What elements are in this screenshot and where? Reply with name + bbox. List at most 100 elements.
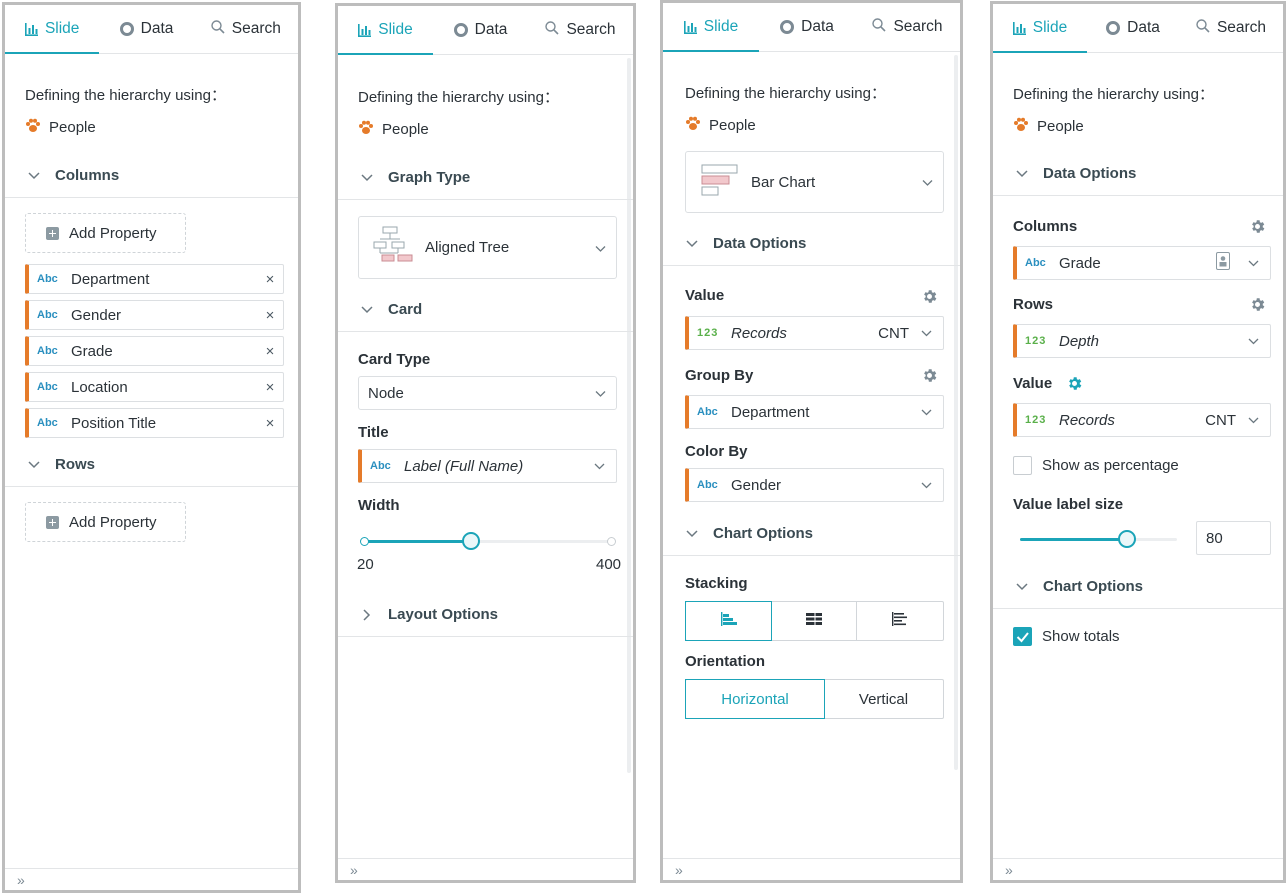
bar-chart-icon bbox=[358, 23, 372, 37]
column-pill-location[interactable]: Abc Location × bbox=[25, 372, 284, 402]
stacking-stacked-button[interactable] bbox=[771, 602, 857, 640]
width-slider[interactable] bbox=[360, 531, 616, 551]
gear-icon[interactable] bbox=[1249, 218, 1266, 239]
tab-bar: Slide Data Search bbox=[993, 4, 1283, 53]
section-chart-options[interactable]: Chart Options bbox=[993, 565, 1283, 609]
tab-search[interactable]: Search bbox=[528, 6, 633, 54]
column-pill-grade[interactable]: Abc Grade × bbox=[25, 336, 284, 366]
show-percentage-checkbox[interactable] bbox=[1013, 456, 1032, 475]
number-type-icon: 123 bbox=[1025, 335, 1047, 347]
tab-slide[interactable]: Slide bbox=[338, 6, 433, 55]
collapse-panel-button[interactable]: » bbox=[663, 858, 960, 880]
chevron-down-icon bbox=[588, 463, 610, 470]
remove-icon[interactable]: × bbox=[257, 307, 283, 324]
color-by-field-pill[interactable]: Abc Gender bbox=[685, 468, 944, 502]
section-layout-options[interactable]: Layout Options bbox=[338, 593, 633, 637]
collapse-panel-button[interactable]: » bbox=[993, 858, 1283, 880]
chevron-down-icon bbox=[352, 173, 382, 182]
chevron-down-icon bbox=[352, 305, 382, 314]
search-icon bbox=[872, 17, 887, 37]
entity-name: People bbox=[1037, 118, 1084, 135]
chevron-down-icon bbox=[915, 482, 937, 489]
section-chart-options[interactable]: Chart Options bbox=[663, 512, 960, 556]
tab-data[interactable]: Data bbox=[99, 5, 193, 53]
gear-icon[interactable] bbox=[1066, 375, 1083, 396]
rows-label: Rows bbox=[1013, 296, 1054, 313]
tab-data[interactable]: Data bbox=[433, 6, 528, 54]
section-graph-type[interactable]: Graph Type bbox=[338, 156, 633, 200]
section-data-options[interactable]: Data Options bbox=[663, 222, 960, 266]
tab-search[interactable]: Search bbox=[855, 3, 960, 51]
column-pill-position-title[interactable]: Abc Position Title × bbox=[25, 408, 284, 438]
section-chart-options-label: Chart Options bbox=[1043, 578, 1143, 595]
section-card[interactable]: Card bbox=[338, 288, 633, 332]
rows-field-pill[interactable]: 123 Depth bbox=[1013, 324, 1271, 358]
value-field-pill[interactable]: 123 Records CNT bbox=[1013, 403, 1271, 437]
chart-type-value: Bar Chart bbox=[751, 173, 816, 191]
plus-icon bbox=[46, 226, 59, 240]
chart-type-select[interactable]: Bar Chart bbox=[685, 151, 944, 213]
tab-search-label: Search bbox=[1216, 19, 1267, 36]
group-by-field-pill[interactable]: Abc Department bbox=[685, 395, 944, 429]
value-field-pill[interactable]: 123 Records CNT bbox=[685, 316, 944, 350]
tab-slide[interactable]: Slide bbox=[993, 4, 1087, 53]
text-type-icon: Abc bbox=[37, 381, 58, 393]
value-label: Value bbox=[1013, 375, 1053, 392]
value-label: Value bbox=[685, 287, 725, 304]
remove-icon[interactable]: × bbox=[257, 379, 283, 396]
show-totals-checkbox[interactable] bbox=[1013, 627, 1032, 646]
card-type-select[interactable]: Node bbox=[358, 376, 617, 410]
remove-icon[interactable]: × bbox=[257, 415, 283, 432]
tab-search-label: Search bbox=[893, 18, 943, 35]
orientation-horizontal-button[interactable]: Horizontal bbox=[685, 679, 825, 719]
tab-search[interactable]: Search bbox=[194, 5, 298, 53]
slider-thumb[interactable] bbox=[462, 532, 480, 550]
group-by-label: Group By bbox=[685, 367, 754, 384]
tab-slide[interactable]: Slide bbox=[663, 3, 759, 52]
gear-icon[interactable] bbox=[921, 288, 938, 309]
tab-slide[interactable]: Slide bbox=[5, 5, 100, 54]
add-property-label: Add Property bbox=[69, 224, 157, 242]
slider-thumb[interactable] bbox=[1118, 530, 1136, 548]
tab-bar: Slide Data Search bbox=[5, 5, 298, 54]
add-property-rows-button[interactable]: Add Property bbox=[25, 502, 186, 542]
tab-search-label: Search bbox=[231, 20, 281, 37]
tab-data-label: Data bbox=[140, 20, 174, 37]
scrollbar[interactable] bbox=[954, 55, 958, 770]
sort-badge-icon[interactable] bbox=[1216, 252, 1230, 274]
value-label-size-slider[interactable] bbox=[1020, 529, 1177, 549]
tab-data[interactable]: Data bbox=[1087, 4, 1179, 52]
graph-type-value: Aligned Tree bbox=[425, 239, 510, 256]
section-data-options[interactable]: Data Options bbox=[993, 152, 1283, 196]
gear-icon[interactable] bbox=[1249, 296, 1266, 317]
text-type-icon: Abc bbox=[370, 460, 391, 472]
section-rows[interactable]: Rows bbox=[5, 443, 298, 487]
stacking-percent-button[interactable] bbox=[857, 602, 943, 640]
graph-type-select[interactable]: Aligned Tree bbox=[358, 216, 617, 279]
width-max-label: 400 bbox=[596, 556, 622, 573]
entity-name: People bbox=[709, 117, 756, 134]
search-icon bbox=[1196, 18, 1210, 38]
tab-data[interactable]: Data bbox=[759, 3, 855, 51]
orientation-vertical-button[interactable]: Vertical bbox=[824, 680, 943, 718]
collapse-panel-button[interactable]: » bbox=[338, 858, 633, 880]
tab-search[interactable]: Search bbox=[1179, 4, 1283, 52]
section-columns[interactable]: Columns bbox=[5, 154, 298, 198]
gear-icon[interactable] bbox=[921, 367, 938, 388]
columns-field-pill[interactable]: Abc Grade bbox=[1013, 246, 1271, 280]
stacking-grouped-button[interactable] bbox=[685, 601, 772, 641]
remove-icon[interactable]: × bbox=[257, 343, 283, 360]
add-property-button[interactable]: Add Property bbox=[25, 213, 186, 253]
collapse-panel-button[interactable]: » bbox=[5, 868, 298, 890]
width-label: Width bbox=[358, 497, 400, 514]
column-pill-department[interactable]: Abc Department × bbox=[25, 264, 284, 294]
remove-icon[interactable]: × bbox=[257, 271, 283, 288]
column-pill-gender[interactable]: Abc Gender × bbox=[25, 300, 284, 330]
chevron-down-icon bbox=[915, 409, 937, 416]
text-type-icon: Abc bbox=[697, 479, 718, 491]
title-field-pill[interactable]: Abc Label (Full Name) bbox=[358, 449, 617, 483]
panel-slide-data-options: Slide Data Search Defining the hierarchy… bbox=[990, 1, 1286, 883]
value-label-size-input[interactable]: 80 bbox=[1196, 521, 1271, 555]
checkmark-icon bbox=[1014, 632, 1031, 649]
stacked-bars-icon bbox=[805, 612, 822, 630]
